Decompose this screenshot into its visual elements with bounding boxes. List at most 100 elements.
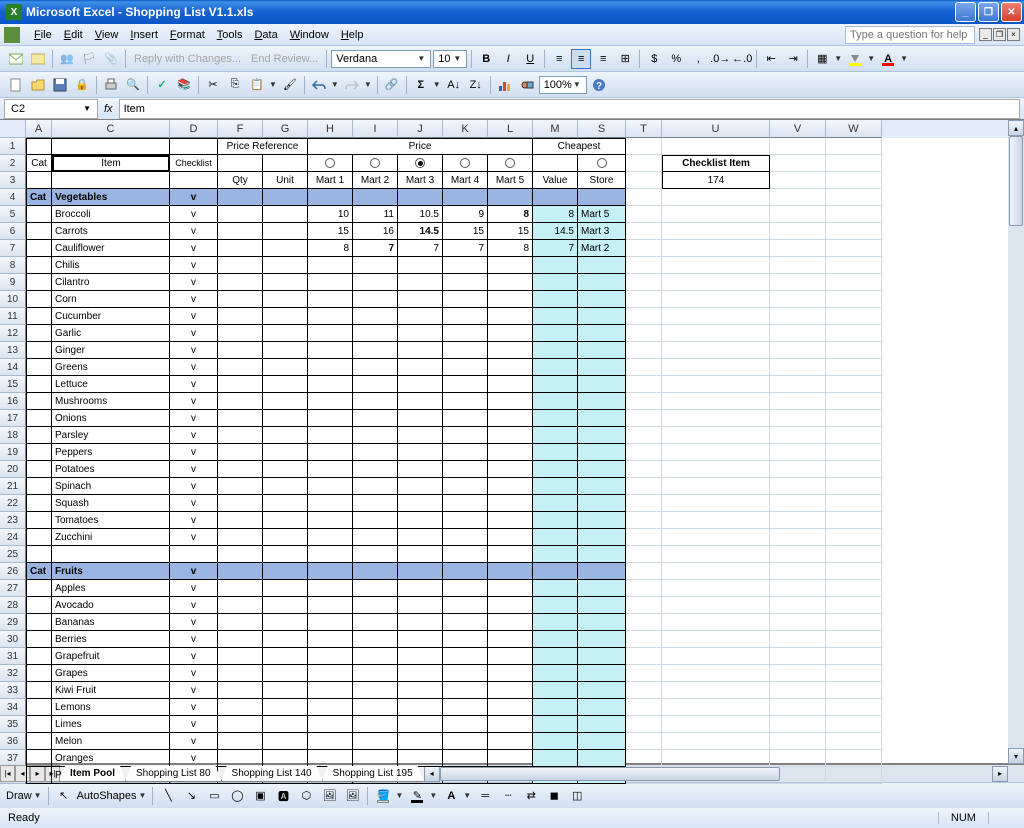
cell[interactable] [26,410,52,427]
cell[interactable] [308,665,353,682]
cell[interactable]: Berries [52,631,170,648]
cell[interactable] [308,512,353,529]
sheet-tab[interactable]: Shopping List 140 [221,766,323,782]
underline-button[interactable]: U [520,49,540,69]
cell[interactable] [770,495,826,512]
cell[interactable] [488,257,533,274]
cell[interactable] [26,733,52,750]
cell[interactable] [626,597,662,614]
cell[interactable] [626,155,662,172]
bold-button[interactable]: B [476,49,496,69]
cell[interactable] [26,172,52,189]
cell[interactable]: 10 [308,206,353,223]
cell[interactable] [443,461,488,478]
cell[interactable] [218,257,263,274]
borders-dropdown[interactable]: ▼ [833,54,843,63]
col-header-A[interactable]: A [26,120,52,138]
borders-button[interactable]: ▦ [812,49,832,69]
cell[interactable] [353,631,398,648]
cell[interactable] [398,716,443,733]
cell[interactable] [353,546,398,563]
cell[interactable]: Oranges [52,750,170,767]
textbox-button[interactable]: ▣ [250,786,270,806]
cell[interactable]: v [170,189,218,206]
row-header-28[interactable]: 28 [0,597,26,614]
cell[interactable]: 8 [533,206,578,223]
cell[interactable]: Checklist [170,155,218,172]
cell[interactable] [826,580,882,597]
cell[interactable] [26,427,52,444]
cell[interactable] [770,733,826,750]
cell[interactable] [398,733,443,750]
cell[interactable] [578,274,626,291]
cell[interactable] [662,512,770,529]
row-header-21[interactable]: 21 [0,478,26,495]
cell[interactable] [263,257,308,274]
cell[interactable] [353,427,398,444]
cell[interactable] [770,699,826,716]
research-button[interactable]: 📚 [174,75,194,95]
italic-button[interactable]: I [498,49,518,69]
cell[interactable] [578,427,626,444]
cell[interactable] [308,580,353,597]
menu-data[interactable]: Data [248,26,283,44]
row-header-11[interactable]: 11 [0,308,26,325]
cell[interactable] [218,325,263,342]
cell[interactable]: Bananas [52,614,170,631]
cell[interactable] [398,359,443,376]
cell[interactable] [626,512,662,529]
cell[interactable]: Mart 1 [308,172,353,189]
cell[interactable]: Fruits [52,563,170,580]
cell[interactable]: v [170,512,218,529]
cell[interactable] [26,648,52,665]
cell[interactable] [218,478,263,495]
cell[interactable]: Mart 3 [578,223,626,240]
cell[interactable] [662,206,770,223]
select-all-button[interactable] [0,120,26,138]
cell[interactable] [662,189,770,206]
col-header-M[interactable]: M [533,120,578,138]
cell[interactable] [263,342,308,359]
cell[interactable] [218,716,263,733]
cell[interactable] [263,631,308,648]
cell[interactable] [308,495,353,512]
cell[interactable] [662,240,770,257]
cell[interactable] [533,257,578,274]
cell[interactable] [770,597,826,614]
cell[interactable] [398,665,443,682]
col-header-C[interactable]: C [52,120,170,138]
cell[interactable] [578,614,626,631]
menu-file[interactable]: File [28,26,58,44]
cell[interactable] [770,393,826,410]
cell[interactable]: v [170,223,218,240]
cell[interactable]: v [170,665,218,682]
cell[interactable] [626,206,662,223]
cell[interactable] [26,512,52,529]
fill-color-dropdown[interactable]: ▼ [866,54,876,63]
fx-button[interactable]: fx [98,103,119,115]
cell[interactable] [533,614,578,631]
autoshapes-menu[interactable]: AutoShapes [77,790,137,802]
cell[interactable] [662,410,770,427]
cell[interactable] [26,274,52,291]
cell[interactable]: Lemons [52,699,170,716]
cell[interactable] [263,546,308,563]
cell[interactable] [488,308,533,325]
cell[interactable] [218,580,263,597]
cell[interactable] [263,274,308,291]
cell[interactable] [826,308,882,325]
cell[interactable]: v [170,563,218,580]
cell[interactable] [263,155,308,172]
row-header-8[interactable]: 8 [0,257,26,274]
cell[interactable] [578,631,626,648]
cell[interactable] [218,495,263,512]
cell[interactable] [218,410,263,427]
cell[interactable] [488,444,533,461]
format-painter-button[interactable]: 🖌 [280,75,300,95]
cell[interactable] [443,291,488,308]
cell[interactable] [218,563,263,580]
cell[interactable] [488,733,533,750]
cell[interactable] [826,716,882,733]
cell[interactable] [770,291,826,308]
sheet-tab[interactable]: Item Pool [59,766,126,782]
